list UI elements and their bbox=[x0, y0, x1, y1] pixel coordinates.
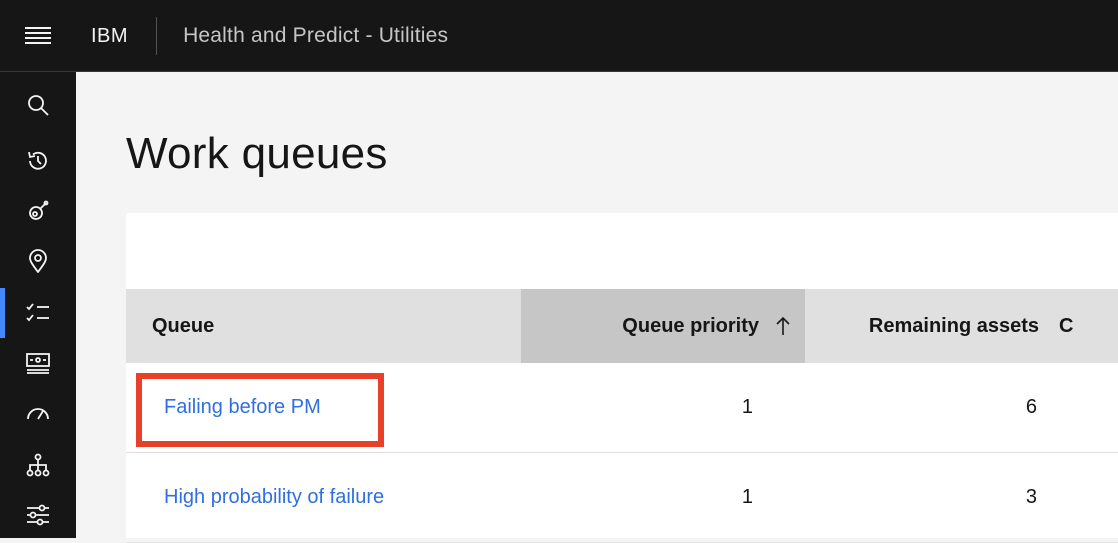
dashboard-icon bbox=[26, 353, 50, 374]
work-queues-table: Queue Queue priority Remaining assets C … bbox=[126, 289, 1118, 543]
page-title: Work queues bbox=[126, 129, 388, 178]
remaining-assets-cell: 6 bbox=[1025, 396, 1037, 418]
remaining-assets-cell: 3 bbox=[1025, 486, 1037, 508]
brand-name[interactable]: IBM bbox=[76, 16, 158, 55]
priority-cell: 1 bbox=[741, 396, 753, 418]
nav-item-dashboard[interactable] bbox=[0, 338, 76, 388]
product-name: Health and Predict - Utilities bbox=[183, 23, 449, 47]
settings-adjust-icon bbox=[27, 504, 49, 526]
table-row: Failing before PM 1 6 bbox=[126, 363, 1118, 453]
main-content: Work queues Queue Queue priority Remaini… bbox=[76, 73, 1118, 543]
column-header-label: Queue priority bbox=[622, 314, 759, 337]
hamburger-menu-button[interactable] bbox=[0, 0, 76, 72]
queue-link[interactable]: High probability of failure bbox=[164, 486, 384, 508]
priority-cell: 1 bbox=[741, 486, 753, 508]
search-icon bbox=[28, 95, 49, 116]
column-header-queue-priority[interactable]: Queue priority bbox=[521, 289, 805, 363]
nav-item-hierarchy[interactable] bbox=[0, 440, 76, 490]
queue-cell: Failing before PM bbox=[126, 396, 521, 419]
work-queues-card: Queue Queue priority Remaining assets C … bbox=[126, 213, 1118, 543]
nav-item-search[interactable] bbox=[0, 80, 76, 130]
nav-item-assets[interactable] bbox=[0, 186, 76, 236]
nav-item-locations[interactable] bbox=[0, 236, 76, 286]
sort-ascending-icon bbox=[775, 316, 791, 336]
meter-icon bbox=[27, 408, 49, 420]
column-header-queue[interactable]: Queue bbox=[126, 289, 521, 363]
table-row: High probability of failure 1 3 bbox=[126, 453, 1118, 543]
column-header-truncated[interactable]: C bbox=[1039, 289, 1118, 363]
table-header: Queue Queue priority Remaining assets C bbox=[126, 289, 1118, 363]
queue-link[interactable]: Failing before PM bbox=[164, 396, 321, 418]
location-icon bbox=[29, 249, 47, 273]
side-nav bbox=[0, 72, 76, 538]
queue-cell: High probability of failure bbox=[126, 486, 521, 509]
task-list-icon bbox=[26, 303, 49, 322]
column-header-remaining-assets[interactable]: Remaining assets bbox=[805, 289, 1039, 363]
hierarchy-icon bbox=[26, 453, 50, 477]
nav-item-history[interactable] bbox=[0, 136, 76, 186]
history-icon bbox=[28, 151, 47, 170]
nav-item-settings[interactable] bbox=[0, 490, 76, 540]
hamburger-menu-icon bbox=[25, 26, 51, 44]
nav-item-meter[interactable] bbox=[0, 388, 76, 438]
nav-item-work-queues[interactable] bbox=[0, 288, 76, 338]
satellite-icon bbox=[29, 200, 49, 220]
top-header: IBM Health and Predict - Utilities bbox=[0, 0, 1118, 72]
